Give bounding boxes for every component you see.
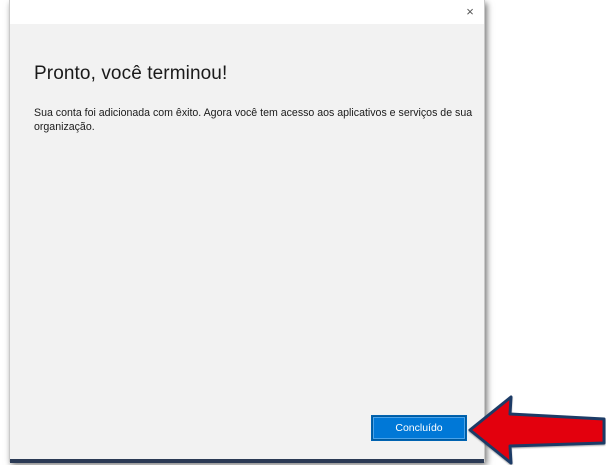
done-button[interactable]: Concluído <box>371 415 467 441</box>
title-bar: × <box>10 0 484 24</box>
red-arrow-annotation <box>468 395 606 465</box>
arrow-shape <box>468 395 606 465</box>
completion-dialog: × Pronto, você terminou! Sua conta foi a… <box>9 0 485 462</box>
taskbar-edge <box>10 459 484 463</box>
dialog-message: Sua conta foi adicionada com êxito. Agor… <box>34 107 473 133</box>
close-icon: × <box>466 3 474 19</box>
dialog-heading: Pronto, você terminou! <box>34 63 228 84</box>
close-button[interactable]: × <box>460 2 480 20</box>
